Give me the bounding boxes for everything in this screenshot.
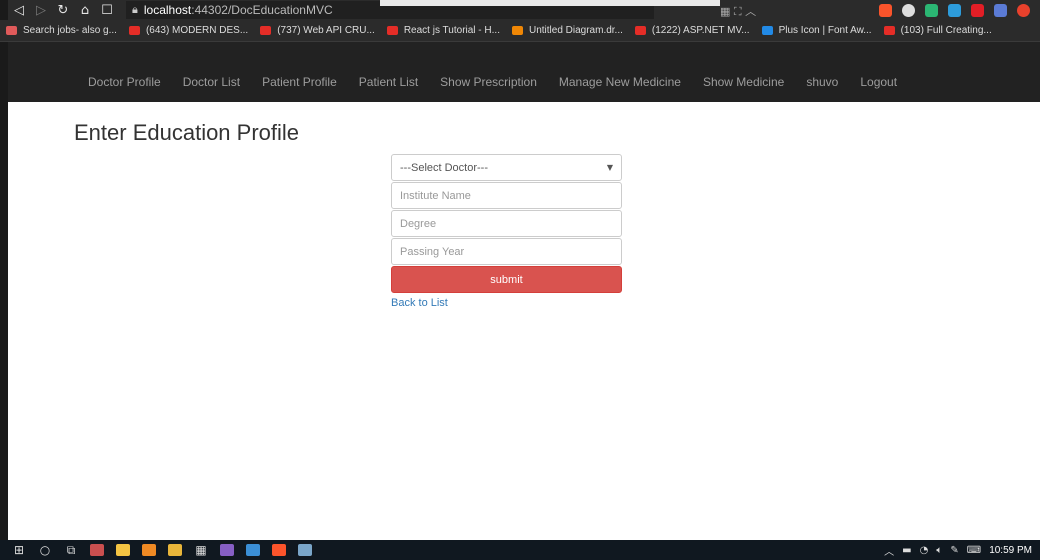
bookmark-icon[interactable]: ☐ <box>96 3 118 18</box>
reload-icon[interactable]: ↻ <box>52 3 74 18</box>
bookmark-label: (737) Web API CRU... <box>277 25 375 36</box>
extension-icon[interactable] <box>925 3 938 17</box>
nav-item-patient-list[interactable]: Patient List <box>359 75 418 89</box>
volume-icon[interactable]: 🔈︎ <box>936 545 942 556</box>
task-view-icon[interactable]: ⧉ <box>58 540 84 560</box>
bookmark-item[interactable]: (737) Web API CRU... <box>260 25 375 36</box>
bookmark-label: Plus Icon | Font Aw... <box>778 25 872 36</box>
passing-year-input[interactable]: Passing Year <box>391 238 622 265</box>
bookmark-favicon-icon <box>260 26 272 35</box>
institute-name-input[interactable]: Institute Name <box>391 182 622 209</box>
bookmark-favicon-icon <box>386 26 398 35</box>
app-icon[interactable] <box>162 540 188 560</box>
page-title: Enter Education Profile <box>74 120 300 145</box>
visual-studio-icon[interactable] <box>214 540 240 560</box>
url-path: :44302/DocEducationMVC <box>191 3 333 17</box>
bookmark-favicon-icon <box>883 26 895 35</box>
windows-start-icon[interactable]: ⊞ <box>6 540 32 560</box>
windows-taskbar: ⊞ ○ ⧉ ▦ ︿ ▬ ◔ 🔈︎ ✎ ⌨ 10:59 PM <box>0 540 1040 560</box>
page-content: Enter Education Profile ---Select Doctor… <box>8 102 1040 540</box>
bookmark-label: (643) MODERN DES... <box>145 25 249 36</box>
home-icon[interactable]: ⌂ <box>74 3 96 18</box>
degree-placeholder: Degree <box>400 217 437 230</box>
app-icon[interactable] <box>292 540 318 560</box>
navbar-top-band <box>8 42 1040 62</box>
app-icon[interactable] <box>84 540 110 560</box>
keyboard-icon[interactable]: ⌨ <box>967 545 981 556</box>
nav-item-show-medicine[interactable]: Show Medicine <box>703 75 784 89</box>
bookmark-item[interactable]: (103) Full Creating... <box>883 25 992 36</box>
bookmark-item[interactable]: (643) MODERN DES... <box>128 25 249 36</box>
bookmark-item[interactable]: Untitled Diagram.dr... <box>511 25 623 36</box>
bookmark-favicon-icon <box>761 26 773 35</box>
wifi-icon[interactable]: ◔ <box>920 545 929 556</box>
globe-icon[interactable] <box>902 3 915 17</box>
nav-item-doctor-profile[interactable]: Doctor Profile <box>88 75 161 89</box>
dropdown-caret-icon: ▼ <box>606 163 613 172</box>
qr-share-icon[interactable]: ▦ ⛶ ︿ <box>720 3 780 18</box>
doctor-select-value: ---Select Doctor--- <box>400 161 489 174</box>
app-icon[interactable] <box>240 540 266 560</box>
back-arrow-icon[interactable]: ◁ <box>8 3 30 18</box>
extension-icon[interactable] <box>994 3 1007 17</box>
bookmark-item[interactable]: Search jobs- also g... <box>6 25 117 36</box>
education-form: ---Select Doctor--- ▼ Institute Name Deg… <box>391 154 623 311</box>
bookmark-label: (1222) ASP.NET MV... <box>651 25 750 36</box>
sublime-icon[interactable] <box>136 540 162 560</box>
bookmark-favicon-icon <box>511 26 523 35</box>
tab-strip-fragment <box>380 0 720 6</box>
bookmark-item[interactable]: (1222) ASP.NET MV... <box>634 25 750 36</box>
extension-icon[interactable] <box>948 3 961 17</box>
battery-icon[interactable]: ▬ <box>902 545 911 556</box>
nav-item-logout[interactable]: Logout <box>860 75 897 89</box>
calculator-icon[interactable]: ▦ <box>188 540 214 560</box>
brave-shield-icon[interactable] <box>879 3 892 17</box>
bookmark-label: React js Tutorial - H... <box>403 25 500 36</box>
extension-icon[interactable] <box>1017 3 1030 17</box>
back-to-list-link[interactable]: Back to List <box>391 297 448 309</box>
bookmark-item[interactable]: React js Tutorial - H... <box>386 25 500 36</box>
pen-icon[interactable]: ✎ <box>950 545 958 556</box>
bookmarks-bar: Search jobs- also g... (643) MODERN DES..… <box>0 20 1040 42</box>
institute-name-placeholder: Institute Name <box>400 189 471 202</box>
url-host: localhost <box>143 3 192 17</box>
file-explorer-icon[interactable] <box>110 540 136 560</box>
bookmark-favicon-icon <box>6 26 17 35</box>
bookmark-favicon-icon <box>634 26 646 35</box>
bookmark-favicon-icon <box>128 26 140 35</box>
forward-arrow-icon[interactable]: ▷ <box>30 3 52 18</box>
bookmark-label: Untitled Diagram.dr... <box>528 25 623 36</box>
bookmark-label: Search jobs- also g... <box>23 25 117 36</box>
pdf-extension-icon[interactable] <box>971 3 984 17</box>
nav-item-patient-profile[interactable]: Patient Profile <box>262 75 337 89</box>
clock[interactable]: 10:59 PM <box>989 545 1032 556</box>
bookmark-label: (103) Full Creating... <box>900 25 992 36</box>
bookmark-item[interactable]: Plus Icon | Font Aw... <box>761 25 872 36</box>
passing-year-placeholder: Passing Year <box>400 245 465 258</box>
search-icon[interactable]: ○ <box>32 540 58 560</box>
screen-bezel <box>0 0 8 540</box>
app-navbar: Doctor Profile Doctor List Patient Profile… <box>8 62 1040 102</box>
nav-item-manage-new-medicine[interactable]: Manage New Medicine <box>559 75 681 89</box>
doctor-select[interactable]: ---Select Doctor--- ▼ <box>391 154 622 181</box>
nav-item-doctor-list[interactable]: Doctor List <box>183 75 240 89</box>
system-tray: ︿ ▬ ◔ 🔈︎ ✎ ⌨ 10:59 PM <box>884 540 1032 560</box>
degree-input[interactable]: Degree <box>391 210 622 237</box>
chevron-up-icon[interactable]: ︿ <box>884 543 894 558</box>
lock-icon: 🔒︎ <box>132 3 138 16</box>
brave-browser-icon[interactable] <box>266 540 292 560</box>
extension-area <box>879 0 1040 20</box>
nav-item-show-prescription[interactable]: Show Prescription <box>440 75 537 89</box>
screen: ◁ ▷ ↻ ⌂ ☐ 🔒︎ localhost :44302/DocEducati… <box>0 0 1040 560</box>
nav-item-shuvo[interactable]: shuvo <box>806 75 838 89</box>
submit-button[interactable]: submit <box>391 266 622 293</box>
